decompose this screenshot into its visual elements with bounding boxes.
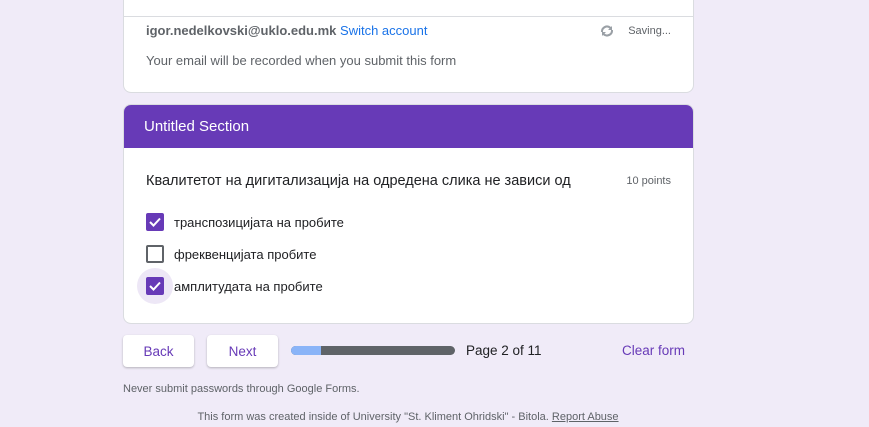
progress-bar xyxy=(291,346,455,355)
option-label: транспозицијата на пробите xyxy=(174,214,344,230)
progress-fill xyxy=(291,346,321,355)
option-label: фреквенцијата пробите xyxy=(174,246,317,262)
account-card: igor.nedelkovski@uklo.edu.mk Switch acco… xyxy=(123,0,694,93)
footer: This form was created inside of Universi… xyxy=(0,411,816,423)
option-3[interactable]: амплитудата на пробите xyxy=(137,268,323,304)
checkbox-unchecked[interactable] xyxy=(146,245,164,263)
back-button[interactable]: Back xyxy=(123,335,194,367)
option-label: амплитудата на пробите xyxy=(174,278,323,294)
sync-icon xyxy=(601,25,614,37)
checkbox-checked[interactable] xyxy=(146,213,164,231)
check-icon xyxy=(149,217,161,227)
question-text: Квалитетот на дигитализација на одредена… xyxy=(146,173,571,189)
switch-account-link[interactable]: Switch account xyxy=(340,23,427,38)
email-text: igor.nedelkovski@uklo.edu.mk xyxy=(146,23,337,38)
saving-text: Saving... xyxy=(628,25,671,37)
checkbox-checked[interactable] xyxy=(146,277,164,295)
password-warning: Never submit passwords through Google Fo… xyxy=(123,383,360,395)
divider xyxy=(124,16,693,17)
clear-form-button[interactable]: Clear form xyxy=(622,343,685,358)
question-card: Untitled Section Квалитетот на дигитализ… xyxy=(123,104,694,324)
next-button[interactable]: Next xyxy=(207,335,278,367)
account-email: igor.nedelkovski@uklo.edu.mk Switch acco… xyxy=(146,23,427,38)
option-1[interactable]: транспозицијата на пробите xyxy=(146,213,344,231)
page-indicator: Page 2 of 11 xyxy=(466,343,542,358)
report-abuse-link[interactable]: Report Abuse xyxy=(552,411,619,423)
section-title: Untitled Section xyxy=(124,105,693,148)
created-text: This form was created inside of Universi… xyxy=(197,411,549,423)
option-2[interactable]: фреквенцијата пробите xyxy=(146,245,316,263)
saving-status: Saving... xyxy=(598,23,671,39)
check-icon xyxy=(149,281,161,291)
email-note: Your email will be recorded when you sub… xyxy=(146,53,457,68)
points-label: 10 points xyxy=(626,175,671,187)
